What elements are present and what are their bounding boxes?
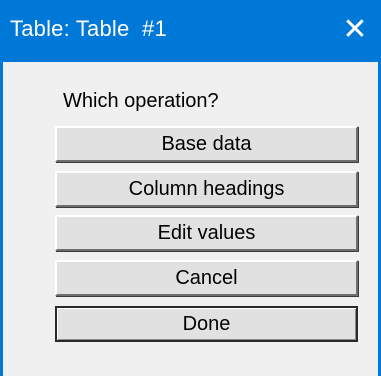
operation-dialog: Table: Table #1 ✕ Which operation? Base … bbox=[0, 0, 381, 376]
column-headings-button[interactable]: Column headings bbox=[55, 171, 358, 207]
window-title: Table: Table #1 bbox=[10, 16, 167, 41]
cancel-button[interactable]: Cancel bbox=[55, 260, 358, 296]
edit-values-button[interactable]: Edit values bbox=[55, 215, 358, 251]
base-data-button[interactable]: Base data bbox=[55, 126, 358, 162]
title-bar[interactable]: Table: Table #1 ✕ bbox=[3, 0, 378, 62]
prompt-label: Which operation? bbox=[63, 90, 219, 112]
close-icon[interactable]: ✕ bbox=[336, 10, 374, 50]
done-button[interactable]: Done bbox=[55, 306, 358, 342]
